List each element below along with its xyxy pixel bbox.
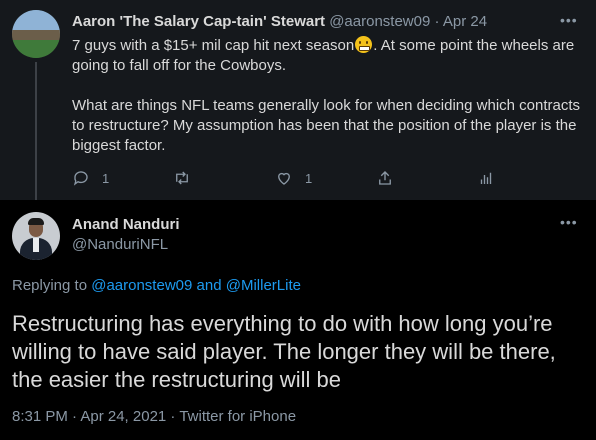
more-options-icon[interactable]: ••• xyxy=(560,12,578,28)
mention-link[interactable]: @aaronstew09 xyxy=(91,277,192,294)
tweet-text-paragraph: What are things NFL teams generally look… xyxy=(72,97,581,154)
tweet-date[interactable]: Apr 24 xyxy=(443,13,487,30)
tweet-timestamp[interactable]: 8:31 PM · Apr 24, 2021 xyxy=(12,408,166,425)
share-button[interactable] xyxy=(376,168,394,188)
tweet-text: Restructuring has everything to do with … xyxy=(12,311,556,392)
tweet-header: Aaron 'The Salary Cap-tain' Stewart @aar… xyxy=(72,12,487,32)
separator: · xyxy=(430,13,443,30)
avatar[interactable] xyxy=(12,212,60,260)
tweet-text-part: 7 guys with a $15+ mil cap hit next seas… xyxy=(72,37,355,54)
tweet-thread: Aaron 'The Salary Cap-tain' Stewart @aar… xyxy=(0,0,596,440)
reply-icon xyxy=(73,171,88,186)
reply-button[interactable]: 1 xyxy=(72,168,109,188)
user-handle[interactable]: @aaronstew09 xyxy=(329,13,430,30)
grimacing-face-icon xyxy=(355,36,373,53)
analytics-icon xyxy=(480,172,492,184)
separator: · xyxy=(166,408,180,425)
like-count: 1 xyxy=(305,170,313,186)
replying-prefix: Replying to xyxy=(12,277,92,294)
mention-link[interactable]: @MillerLite xyxy=(226,277,301,294)
parent-tweet[interactable]: Aaron 'The Salary Cap-tain' Stewart @aar… xyxy=(0,0,596,200)
tweet-actions: 1 1 xyxy=(72,168,512,188)
tweet-metadata: 8:31 PM · Apr 24, 2021 · Twitter for iPh… xyxy=(12,407,296,427)
share-icon xyxy=(379,171,391,185)
analytics-button[interactable] xyxy=(477,168,495,188)
replying-to: Replying to @aaronstew09 and @MillerLite xyxy=(12,276,301,296)
replying-and[interactable]: and xyxy=(192,277,225,294)
more-options-icon[interactable]: ••• xyxy=(560,214,578,230)
reply-count: 1 xyxy=(102,170,110,186)
display-name[interactable]: Aaron 'The Salary Cap-tain' Stewart xyxy=(72,13,325,30)
heart-icon xyxy=(278,172,290,185)
tweet-source[interactable]: Twitter for iPhone xyxy=(179,408,296,425)
focus-tweet: Anand Nanduri @NanduriNFL ••• Replying t… xyxy=(0,200,596,440)
avatar[interactable] xyxy=(12,10,60,58)
retweet-icon xyxy=(176,171,188,185)
display-name[interactable]: Anand Nanduri xyxy=(72,215,180,235)
retweet-button[interactable] xyxy=(173,168,191,188)
like-button[interactable]: 1 xyxy=(275,168,312,188)
user-handle[interactable]: @NanduriNFL xyxy=(72,235,168,255)
tweet-text: 7 guys with a $15+ mil cap hit next seas… xyxy=(72,36,582,156)
thread-connector-line xyxy=(35,62,37,200)
